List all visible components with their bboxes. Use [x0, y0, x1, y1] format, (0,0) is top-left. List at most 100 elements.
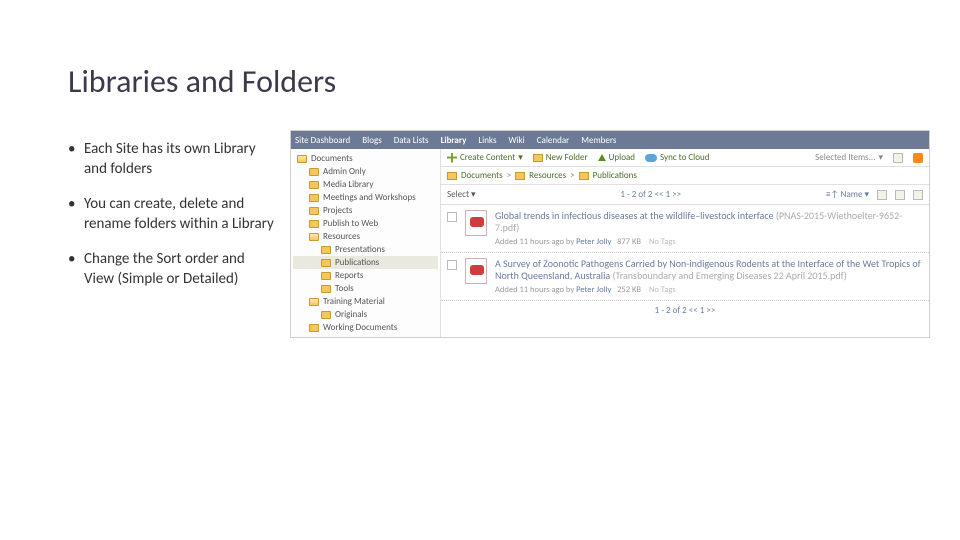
document-pane: Create Content ▾ New Folder Upload Sync …	[441, 149, 929, 337]
tree-label: Publications	[335, 257, 379, 268]
view-simple-icon[interactable]	[895, 190, 905, 200]
tab-blogs[interactable]: Blogs	[362, 135, 381, 146]
tree-label: Reports	[335, 270, 363, 281]
folder-icon	[321, 272, 331, 280]
tree-label: Admin Only	[323, 166, 366, 177]
pdf-icon	[465, 258, 487, 284]
row-checkbox[interactable]	[447, 212, 457, 222]
tree-node[interactable]: Tools	[293, 282, 438, 295]
doc-added: Added 11 hours ago by	[495, 237, 574, 247]
view-icon[interactable]	[893, 153, 903, 163]
tree-node-training[interactable]: Training Material	[293, 295, 438, 308]
sort-menu[interactable]: ≡↑ Name ▾	[826, 189, 869, 200]
tree-label: Projects	[323, 205, 352, 216]
list-control-bar: Select ▾ 1 - 2 of 2 << 1 >> ≡↑ Name ▾	[441, 185, 929, 205]
btn-label: Upload	[609, 152, 635, 163]
folder-icon	[321, 311, 331, 319]
pager-top[interactable]: 1 - 2 of 2 << 1 >>	[620, 189, 681, 200]
tree-node[interactable]: Projects	[293, 204, 438, 217]
folder-icon	[309, 194, 319, 202]
tab-site-dashboard[interactable]: Site Dashboard	[295, 135, 350, 146]
bullet-item: Each Site has its own Library and folder…	[68, 140, 278, 179]
tree-label: Media Library	[323, 179, 373, 190]
selected-items-button[interactable]: Selected Items... ▾	[815, 152, 883, 163]
crumb-current: Publications	[593, 170, 637, 181]
tree-node[interactable]: Media Library	[293, 178, 438, 191]
tree-label: Tools	[335, 283, 354, 294]
sync-cloud-button[interactable]: Sync to Cloud	[645, 152, 709, 163]
tree-label: Meetings and Workshops	[323, 192, 416, 203]
btn-label: Sync to Cloud	[660, 152, 709, 163]
folder-icon	[309, 181, 319, 189]
folder-icon	[515, 172, 525, 180]
folder-icon	[297, 155, 307, 163]
upload-button[interactable]: Upload	[598, 152, 635, 163]
folder-tree: Documents Admin Only Media Library Meeti…	[291, 149, 441, 337]
doc-title[interactable]: Global trends in infectious diseases at …	[495, 209, 774, 222]
bullet-item: You can create, delete and rename folder…	[68, 195, 278, 234]
tab-calendar[interactable]: Calendar	[537, 135, 570, 146]
tree-node-documents[interactable]: Documents	[293, 152, 438, 165]
doc-size: 252 KB	[617, 285, 641, 295]
btn-label: Create Content	[460, 152, 515, 163]
tree-node[interactable]: Reports	[293, 269, 438, 282]
tree-node[interactable]: Publish to Web	[293, 217, 438, 230]
breadcrumb: Documents > Resources > Publications	[441, 167, 929, 185]
folder-icon	[309, 324, 319, 332]
tree-label: Publish to Web	[323, 218, 378, 229]
tab-wiki[interactable]: Wiki	[508, 135, 524, 146]
btn-label: Select	[447, 189, 469, 200]
site-nav: Site Dashboard Blogs Data Lists Library …	[291, 131, 929, 149]
doc-user[interactable]: Peter Jolly	[576, 285, 611, 295]
doc-filename: (Transboundary and Emerging Diseases 22 …	[612, 269, 846, 282]
view-toggle-icon[interactable]	[877, 190, 887, 200]
tree-label: Resources	[323, 231, 360, 242]
tree-node-resources[interactable]: Resources	[293, 230, 438, 243]
slide-title: Libraries and Folders	[68, 62, 336, 101]
pager-bottom[interactable]: 1 - 2 of 2 << 1 >>	[441, 301, 929, 320]
folder-icon	[321, 246, 331, 254]
folder-icon	[321, 285, 331, 293]
folder-icon	[309, 220, 319, 228]
bullet-list: Each Site has its own Library and folder…	[68, 140, 278, 305]
select-menu[interactable]: Select ▾	[447, 189, 476, 200]
btn-label: Selected Items...	[815, 152, 875, 163]
rss-icon[interactable]	[913, 153, 923, 163]
row-checkbox[interactable]	[447, 260, 457, 270]
plus-icon	[447, 153, 457, 163]
tab-links[interactable]: Links	[478, 135, 496, 146]
view-detailed-icon[interactable]	[913, 190, 923, 200]
tab-data-lists[interactable]: Data Lists	[394, 135, 429, 146]
document-row[interactable]: A Survey of Zoonotic Pathogens Carried b…	[441, 253, 929, 301]
doc-user[interactable]: Peter Jolly	[576, 237, 611, 247]
crumb[interactable]: Documents	[461, 170, 503, 181]
tree-node[interactable]: Meetings and Workshops	[293, 191, 438, 204]
pdf-icon	[465, 210, 487, 236]
chevron-icon: >	[507, 170, 511, 181]
tree-node-publications[interactable]: Publications	[293, 256, 438, 269]
library-screenshot: Site Dashboard Blogs Data Lists Library …	[290, 130, 930, 338]
doc-size: 877 KB	[617, 237, 641, 247]
library-toolbar: Create Content ▾ New Folder Upload Sync …	[441, 149, 929, 167]
chevron-icon: >	[570, 170, 574, 181]
tree-node[interactable]: Originals	[293, 308, 438, 321]
tree-label: Documents	[311, 153, 353, 164]
doc-added: Added 11 hours ago by	[495, 285, 574, 295]
tree-node[interactable]: Admin Only	[293, 165, 438, 178]
tab-members[interactable]: Members	[581, 135, 616, 146]
document-row[interactable]: Global trends in infectious diseases at …	[441, 205, 929, 253]
tree-label: Training Material	[323, 296, 385, 307]
crumb[interactable]: Resources	[529, 170, 566, 181]
sort-label: Name	[841, 189, 863, 200]
tab-library[interactable]: Library	[441, 135, 467, 146]
tree-node[interactable]: Presentations	[293, 243, 438, 256]
tree-node[interactable]: Working Documents	[293, 321, 438, 334]
tree-label: Presentations	[335, 244, 385, 255]
doc-tags: No Tags	[649, 285, 676, 295]
new-folder-button[interactable]: New Folder	[533, 152, 588, 163]
doc-tags: No Tags	[649, 237, 676, 247]
create-content-button[interactable]: Create Content ▾	[447, 152, 523, 163]
folder-icon	[309, 233, 319, 241]
folder-icon	[309, 207, 319, 215]
folder-icon	[321, 259, 331, 267]
